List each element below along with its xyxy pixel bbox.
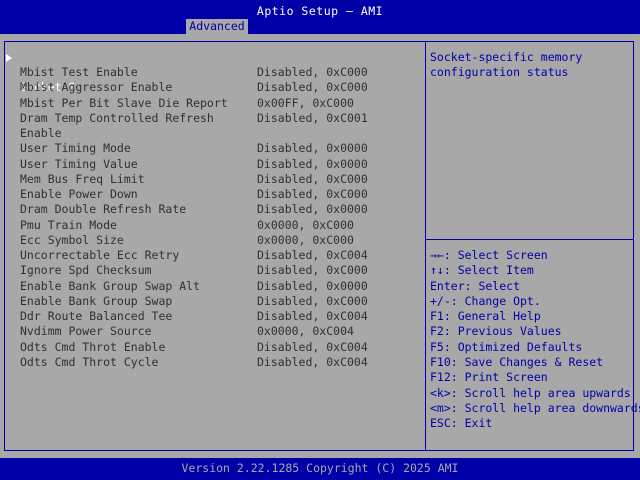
setting-value: Disabled, 0xC001 <box>257 110 368 125</box>
key-hint: +/-: Change Opt. <box>430 293 541 308</box>
setting-row[interactable]: Odts Cmd Throt Enable Disabled, 0xC004 <box>0 340 425 355</box>
footer-bar: Version 2.22.1285 Copyright (C) 2025 AMI <box>0 458 640 480</box>
key-hint: <m>: Scroll help area downwards <box>430 400 640 415</box>
setting-label: Ecc Symbol Size <box>20 232 124 247</box>
setting-value: Disabled, 0x0000 <box>257 202 368 217</box>
submenu-arrow-icon <box>6 54 12 62</box>
setting-label: Mem Bus Freq Limit <box>20 171 145 186</box>
key-hint: F12: Print Screen <box>430 370 548 385</box>
setting-value: Disabled, 0xC000 <box>257 263 368 278</box>
setting-value: Disabled, 0x0000 <box>257 141 368 156</box>
setting-value: Disabled, 0xC004 <box>257 248 368 262</box>
setting-value: Disabled, 0xC000 <box>257 80 368 95</box>
setting-label: Ignore Spd Checksum <box>20 263 152 278</box>
setting-label: Dram Temp Controlled Refresh <box>20 110 214 125</box>
setting-label: Dram Double Refresh Rate <box>20 202 187 217</box>
key-hint: →←: Select Screen <box>430 248 548 262</box>
setting-row[interactable]: Ignore Spd Checksum Disabled, 0xC000 <box>0 263 425 278</box>
setting-row[interactable]: Ddr Route Balanced Tee Disabled, 0xC004 <box>0 309 425 324</box>
title-bar: Aptio Setup – AMI Advanced <box>0 0 640 34</box>
key-hint: F10: Save Changes & Reset <box>430 355 604 370</box>
setting-value: 0x0000, 0xC004 <box>257 324 354 339</box>
setting-label: Enable <box>20 126 62 140</box>
key-legend: →←: Select Screen ↑↓: Select Item Enter: S… <box>430 248 640 432</box>
socket-0-header[interactable]: Socket 0 <box>0 50 425 94</box>
setting-row: Enable <box>0 126 425 141</box>
setting-label: Enable Bank Group Swap <box>20 293 173 308</box>
key-hint: F1: General Help <box>430 309 541 324</box>
setting-label: Ddr Route Balanced Tee <box>20 309 173 323</box>
key-hint: <k>: Scroll help area upwards <box>430 385 631 400</box>
setting-label: Enable Bank Group Swap Alt <box>20 278 201 293</box>
setting-value: Disabled, 0xC004 <box>257 354 368 369</box>
setting-row[interactable]: Dram Double Refresh Rate Disabled, 0x0000 <box>0 202 425 217</box>
panel-divider <box>425 41 426 451</box>
setting-label: User Timing Mode <box>20 141 131 156</box>
tab-advanced[interactable]: Advanced <box>186 19 248 34</box>
setting-label: Pmu Train Mode <box>20 217 117 232</box>
setting-row[interactable]: Dram Temp Controlled Refresh Disabled, 0x… <box>0 111 425 126</box>
setting-row[interactable]: Ecc Symbol Size 0x0000, 0xC000 <box>0 233 425 248</box>
version-text: Version 2.22.1285 Copyright (C) 2025 AMI <box>181 461 459 475</box>
setting-row[interactable]: Enable Bank Group Swap Alt Disabled, 0x00… <box>0 279 425 294</box>
setting-value: 0x00FF, 0xC000 <box>257 95 354 110</box>
app-title: Aptio Setup – AMI <box>256 4 384 18</box>
setting-label: Nvdimm Power Source <box>20 324 152 339</box>
setting-label: User Timing Value <box>20 156 138 171</box>
setting-row[interactable]: User Timing Mode Disabled, 0x0000 <box>0 141 425 156</box>
setting-value: Disabled, 0xC004 <box>257 309 368 323</box>
setting-label: Mbist Per Bit Slave Die Report <box>20 95 228 110</box>
setting-label: Uncorrectable Ecc Retry <box>20 248 180 262</box>
setting-label: Odts Cmd Throt Enable <box>20 339 166 354</box>
help-divider <box>426 239 634 240</box>
setting-row[interactable]: Enable Bank Group Swap Disabled, 0xC000 <box>0 294 425 309</box>
setting-row[interactable]: Pmu Train Mode 0x0000, 0xC000 <box>0 218 425 233</box>
setting-value: Disabled, 0xC000 <box>257 171 368 186</box>
setting-value: Disabled, 0xC004 <box>257 339 368 354</box>
setting-row[interactable]: Odts Cmd Throt Cycle Disabled, 0xC004 <box>0 355 425 370</box>
setting-value: Disabled, 0xC000 <box>257 293 368 308</box>
setting-row[interactable]: Mbist Aggressor Enable Disabled, 0xC000 <box>0 80 425 95</box>
setting-row[interactable]: Mbist Per Bit Slave Die Report 0x00FF, 0x… <box>0 96 425 111</box>
key-hint: F5: Optimized Defaults <box>430 339 583 354</box>
help-text: Socket-specific memory configuration sta… <box>430 50 583 80</box>
key-hint: ↑↓: Select Item <box>430 263 534 278</box>
setting-value: Disabled, 0xC000 <box>257 65 368 79</box>
setting-label: Odts Cmd Throt Cycle <box>20 354 159 369</box>
setting-row[interactable]: Mbist Test Enable Disabled, 0xC000 <box>0 65 425 80</box>
setting-label: Mbist Test Enable <box>20 65 138 79</box>
setting-row[interactable]: Mem Bus Freq Limit Disabled, 0xC000 <box>0 172 425 187</box>
setting-label: Mbist Aggressor Enable <box>20 80 173 95</box>
setting-row[interactable]: Nvdimm Power Source 0x0000, 0xC004 <box>0 324 425 339</box>
key-hint: ESC: Exit <box>430 416 493 431</box>
key-hint: F2: Previous Values <box>430 324 562 339</box>
key-hint: Enter: Select <box>430 278 521 293</box>
setting-value: 0x0000, 0xC000 <box>257 217 354 232</box>
setting-label: Enable Power Down <box>20 187 138 201</box>
setting-row[interactable]: Enable Power Down Disabled, 0xC000 <box>0 187 425 202</box>
setting-row[interactable]: User Timing Value Disabled, 0x0000 <box>0 157 425 172</box>
setting-row[interactable]: Uncorrectable Ecc Retry Disabled, 0xC004 <box>0 248 425 263</box>
setting-value: Disabled, 0x0000 <box>257 156 368 171</box>
setting-value: 0x0000, 0xC000 <box>257 232 354 247</box>
setting-value: Disabled, 0xC000 <box>257 187 368 201</box>
setting-value: Disabled, 0x0000 <box>257 278 368 293</box>
